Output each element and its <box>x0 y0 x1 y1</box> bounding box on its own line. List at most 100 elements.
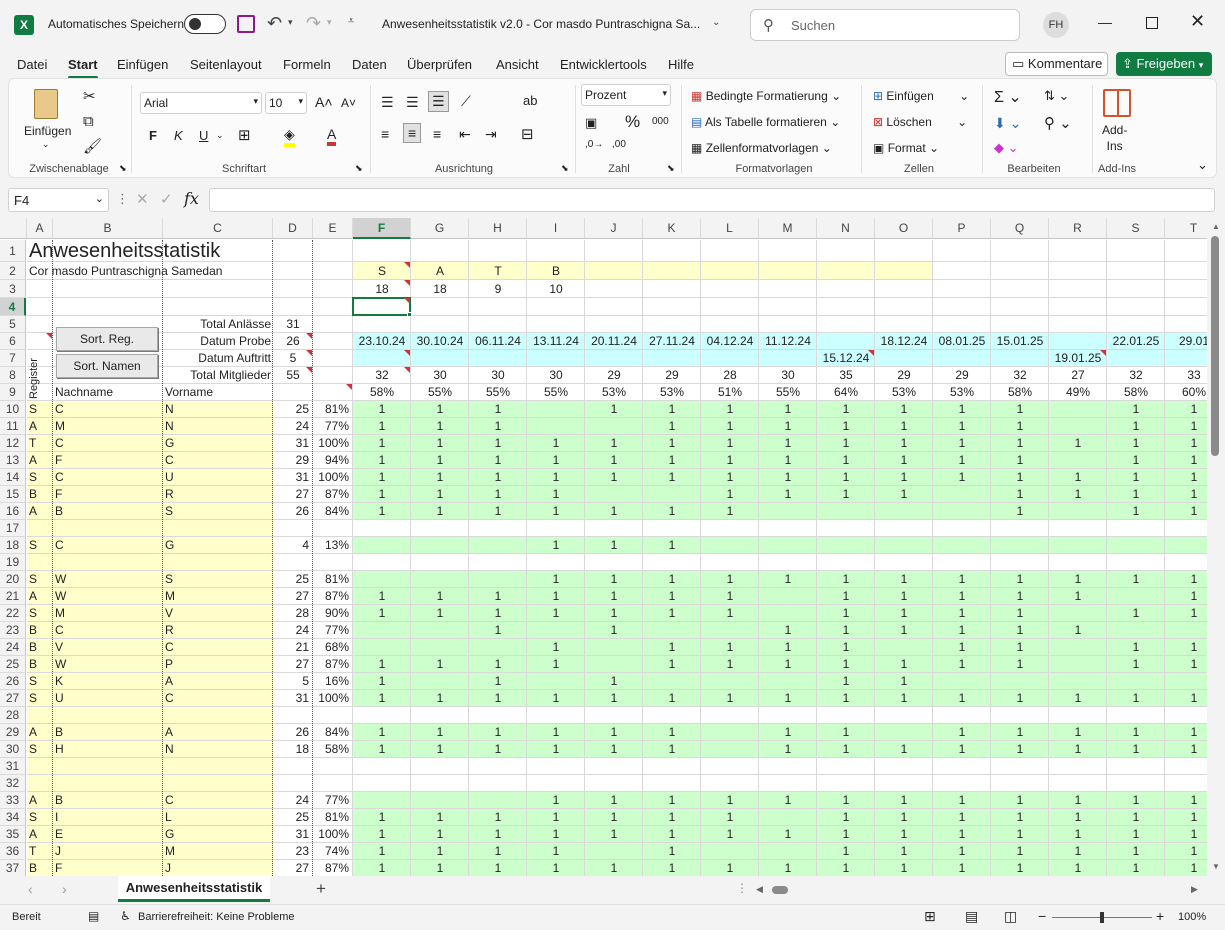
tab-split-icon[interactable]: ⋮ <box>736 881 748 895</box>
tab-daten[interactable]: Daten <box>352 57 387 72</box>
paste-button[interactable]: Einfügen <box>24 124 71 138</box>
format-painter-icon[interactable]: 🖌 <box>83 137 102 155</box>
increase-decimal-icon[interactable]: ,0→ <box>585 139 603 150</box>
row-header-3[interactable]: 3 <box>0 280 26 298</box>
name-box[interactable]: F4 ⌄ <box>8 188 109 212</box>
number-launcher-icon[interactable]: ⬊ <box>667 163 675 174</box>
share-button[interactable]: ⇪ Freigeben ▾ <box>1116 52 1212 76</box>
cut-icon[interactable]: ✂ <box>83 87 96 105</box>
row-header-28[interactable]: 28 <box>0 707 26 724</box>
redo-dropdown-icon[interactable]: ▾ <box>327 17 332 28</box>
row-header-4[interactable]: 4 <box>0 298 26 316</box>
row-header-24[interactable]: 24 <box>0 639 26 656</box>
copy-icon[interactable]: ⧉ <box>83 113 94 130</box>
column-header-b[interactable]: B <box>53 218 163 239</box>
shrink-font-icon[interactable]: A˅ <box>341 96 356 110</box>
row-header-32[interactable]: 32 <box>0 775 26 792</box>
zoom-out-icon[interactable]: − <box>1038 908 1046 924</box>
row-header-29[interactable]: 29 <box>0 724 26 741</box>
fill-icon[interactable]: ⬇ ⌄ <box>994 115 1021 132</box>
column-header-l[interactable]: L <box>701 218 759 239</box>
avatar[interactable]: FH <box>1043 12 1069 38</box>
underline-button[interactable]: U <box>199 128 208 143</box>
row-header-10[interactable]: 10 <box>0 401 26 418</box>
row-header-13[interactable]: 13 <box>0 452 26 469</box>
number-format-select[interactable]: Prozent ▾ <box>581 84 671 106</box>
column-header-a[interactable]: A <box>27 218 53 239</box>
search-box[interactable]: ⚲ Suchen <box>750 9 1020 41</box>
row-header-5[interactable]: 5 <box>0 316 26 333</box>
scroll-down-icon[interactable]: ▼ <box>1212 862 1220 871</box>
clear-icon[interactable]: ◆ ⌄ <box>994 140 1019 156</box>
zoom-slider[interactable] <box>1052 912 1152 923</box>
row-header-37[interactable]: 37 <box>0 860 26 876</box>
find-select-icon[interactable]: ⚲ ⌄ <box>1044 114 1072 132</box>
grow-font-icon[interactable]: A˄ <box>315 94 333 110</box>
tab-einfuegen[interactable]: Einfügen <box>117 57 168 72</box>
selected-cell-f4[interactable] <box>352 297 411 316</box>
row-header-27[interactable]: 27 <box>0 690 26 707</box>
undo-dropdown-icon[interactable]: ▾ <box>288 17 293 28</box>
sort-filter-icon[interactable]: ⇅ ⌄ <box>1044 88 1069 104</box>
horizontal-scroll-thumb[interactable] <box>772 886 788 894</box>
decrease-indent-icon[interactable]: ⇤ <box>459 126 471 143</box>
vertical-scrollbar[interactable]: ▲ ▼ <box>1207 218 1225 876</box>
row-header-18[interactable]: 18 <box>0 537 26 554</box>
column-header-q[interactable]: Q <box>991 218 1049 239</box>
row-header-14[interactable]: 14 <box>0 469 26 486</box>
row-header-23[interactable]: 23 <box>0 622 26 639</box>
row-header-20[interactable]: 20 <box>0 571 26 588</box>
align-left-icon[interactable]: ≡ <box>381 126 389 142</box>
add-sheet-icon[interactable]: + <box>316 879 326 899</box>
font-launcher-icon[interactable]: ⬊ <box>355 163 363 174</box>
row-header-21[interactable]: 21 <box>0 588 26 605</box>
title-dropdown-icon[interactable]: ⌄ <box>712 17 720 28</box>
row-header-9[interactable]: 9 <box>0 384 26 401</box>
customize-qat-icon[interactable]: ⩡ <box>348 15 354 28</box>
clipboard-launcher-icon[interactable]: ⬊ <box>119 163 127 174</box>
decrease-decimal-icon[interactable]: ,00 <box>612 139 626 150</box>
row-header-8[interactable]: 8 <box>0 367 26 384</box>
column-header-t[interactable]: T <box>1165 218 1207 239</box>
column-header-g[interactable]: G <box>411 218 469 239</box>
row-header-6[interactable]: 6 <box>0 333 26 350</box>
increase-indent-icon[interactable]: ⇥ <box>485 126 497 143</box>
tab-ansicht[interactable]: Ansicht <box>496 57 539 72</box>
redo-icon[interactable]: ↷ <box>306 13 321 34</box>
accessibility-status[interactable]: Barrierefreiheit: Keine Probleme <box>138 911 295 923</box>
add-ins-button[interactable]: Add- Ins <box>1102 122 1127 154</box>
column-header-c[interactable]: C <box>163 218 273 239</box>
row-header-30[interactable]: 30 <box>0 741 26 758</box>
align-middle-icon[interactable]: ☰ <box>406 94 419 111</box>
format-as-table-button[interactable]: ▤ Als Tabelle formatieren ⌄ <box>691 115 840 129</box>
page-break-view-icon[interactable]: ◫ <box>1004 908 1017 925</box>
align-bottom-icon[interactable]: ☰ <box>428 91 449 112</box>
save-icon[interactable] <box>237 15 255 33</box>
accounting-format-icon[interactable]: ▣ <box>585 115 597 131</box>
zoom-slider-thumb[interactable] <box>1100 912 1104 923</box>
more-icon[interactable]: ⋮ <box>116 191 129 207</box>
row-header-31[interactable]: 31 <box>0 758 26 775</box>
tab-entwicklertools[interactable]: Entwicklertools <box>560 57 647 72</box>
maximize-icon[interactable] <box>1146 17 1158 29</box>
merge-center-icon[interactable]: ⊟ <box>521 125 534 143</box>
font-name-select[interactable]: Arial ▾ <box>140 92 262 114</box>
row-header-12[interactable]: 12 <box>0 435 26 452</box>
align-launcher-icon[interactable]: ⬊ <box>561 163 569 174</box>
column-header-j[interactable]: J <box>585 218 643 239</box>
sort-register-button[interactable]: Sort. Reg. <box>56 327 158 351</box>
fill-color-icon[interactable]: ◈ <box>284 126 295 147</box>
align-top-icon[interactable]: ☰ <box>381 94 394 111</box>
orientation-icon[interactable]: ⟋ <box>461 93 471 110</box>
accessibility-icon[interactable]: ♿ <box>120 909 131 923</box>
column-header-p[interactable]: P <box>933 218 991 239</box>
scroll-right-icon[interactable]: ▶ <box>1191 884 1198 895</box>
cancel-icon[interactable]: ✕ <box>136 190 149 208</box>
sort-names-button[interactable]: Sort. Namen <box>56 354 158 378</box>
insert-cells-button[interactable]: ⊞ Einfügen ⌄ <box>873 89 969 103</box>
prev-sheet-icon[interactable]: ‹ <box>28 881 33 897</box>
column-header-f[interactable]: F <box>353 218 411 239</box>
autosum-icon[interactable]: Σ ⌄ <box>994 87 1022 107</box>
normal-view-icon[interactable]: ⊞ <box>924 908 936 925</box>
row-header-33[interactable]: 33 <box>0 792 26 809</box>
